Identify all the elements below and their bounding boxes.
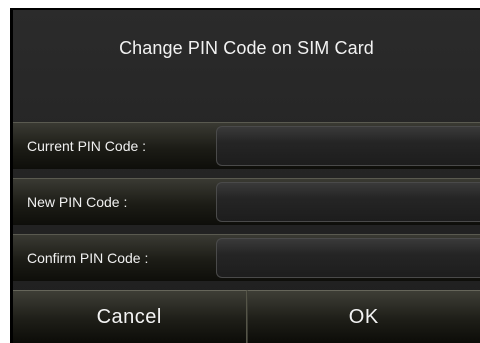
- confirm-pin-input[interactable]: [216, 238, 480, 278]
- confirm-pin-label: Confirm PIN Code :: [27, 250, 149, 266]
- confirm-pin-row: Confirm PIN Code :: [13, 234, 480, 281]
- cancel-button[interactable]: Cancel: [13, 290, 247, 343]
- new-pin-label: New PIN Code :: [27, 194, 128, 210]
- new-pin-row: New PIN Code :: [13, 178, 480, 225]
- current-pin-input[interactable]: [216, 126, 480, 166]
- new-pin-input[interactable]: [216, 182, 480, 222]
- button-bar: Cancel OK: [13, 290, 480, 343]
- change-pin-dialog: Change PIN Code on SIM Card Current PIN …: [13, 10, 480, 343]
- current-pin-row: Current PIN Code :: [13, 122, 480, 169]
- dialog-title: Change PIN Code on SIM Card: [119, 38, 374, 58]
- current-pin-label: Current PIN Code :: [27, 138, 147, 154]
- ok-button[interactable]: OK: [246, 290, 480, 343]
